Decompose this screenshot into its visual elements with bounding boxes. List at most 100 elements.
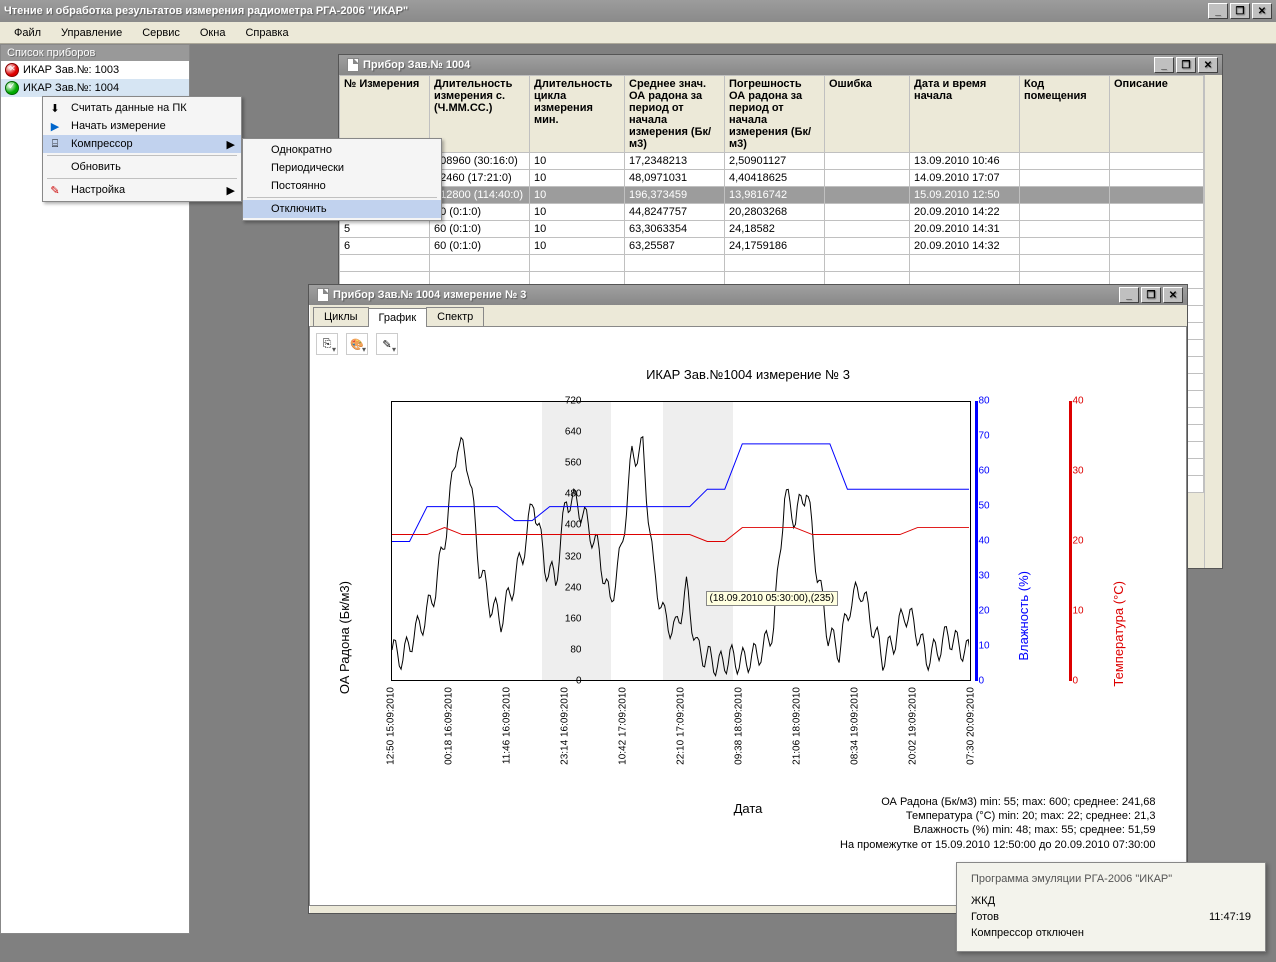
table-header[interactable]: Длительность цикла измерения мин.	[530, 76, 625, 153]
table-cell: 10	[530, 221, 625, 238]
menu-help[interactable]: Справка	[235, 25, 298, 41]
table-header[interactable]: Дата и время начала	[910, 76, 1020, 153]
table-cell: 60 (0:1:0)	[430, 221, 530, 238]
table-cell: 13.09.2010 10:46	[910, 153, 1020, 170]
ctx-periodic[interactable]: Периодически	[243, 159, 441, 177]
maximize-button[interactable]: ❐	[1230, 3, 1250, 19]
y2-tick-label: 40	[979, 536, 990, 547]
y3-tick-label: 0	[1073, 676, 1079, 687]
table-cell	[1020, 170, 1110, 187]
table-row[interactable]: 1108960 (30:16:0)1017,23482132,509011271…	[340, 153, 1204, 170]
device-list-item[interactable]: ИКАР Зав.№: 1003	[1, 61, 189, 79]
table-cell: 60 (0:1:0)	[430, 238, 530, 255]
mdi-area: Список приборов ИКАР Зав.№: 1003 ИКАР За…	[0, 44, 1276, 962]
ctx-compressor[interactable]: ⌸Компрессор▶	[43, 135, 241, 153]
tab-graph[interactable]: График	[368, 308, 428, 327]
plot-area[interactable]	[391, 401, 971, 681]
table-row[interactable]	[340, 255, 1204, 272]
close-button[interactable]: ✕	[1252, 3, 1272, 19]
chart-window-titlebar[interactable]: Прибор Зав.№ 1004 измерение № 3 _ ❐ ✕	[309, 285, 1187, 305]
table-row[interactable]: 262460 (17:21:0)1048,09710314,4041862514…	[340, 170, 1204, 187]
device-list-item[interactable]: ИКАР Зав.№: 1004	[1, 79, 189, 97]
ctx-disable[interactable]: Отключить	[243, 200, 441, 218]
x-tick-label: 09:38 18:09:2010	[733, 687, 744, 765]
tb-palette-button[interactable]: 🎨	[346, 333, 368, 355]
minimize-button[interactable]: _	[1119, 287, 1139, 303]
compressor-submenu: Однократно Периодически Постоянно Отключ…	[242, 138, 442, 221]
scrollbar[interactable]	[1204, 75, 1222, 568]
y2-tick-label: 80	[979, 396, 990, 407]
chart-window: Прибор Зав.№ 1004 измерение № 3 _ ❐ ✕ Ци…	[308, 284, 1188, 914]
x-tick-label: 07:30 20:09:2010	[965, 687, 976, 765]
table-header[interactable]: Описание	[1110, 76, 1204, 153]
download-icon: ⬇	[47, 102, 63, 115]
table-row[interactable]: 3412800 (114:40:0)10196,37345913,9816742…	[340, 187, 1204, 204]
close-button[interactable]: ✕	[1198, 57, 1218, 73]
table-row[interactable]: 660 (0:1:0)1063,2558724,175918620.09.201…	[340, 238, 1204, 255]
y3-tick-label: 10	[1073, 606, 1084, 617]
table-row[interactable]: 560 (0:1:0)1063,306335424,1858220.09.201…	[340, 221, 1204, 238]
x-tick-label: 11:46 16:09:2010	[501, 687, 512, 764]
table-cell	[1110, 204, 1204, 221]
submenu-arrow-icon: ▶	[227, 184, 235, 197]
y-tick-label: 480	[565, 489, 582, 500]
device-label: ИКАР Зав.№: 1004	[23, 82, 119, 94]
tab-spectrum[interactable]: Спектр	[426, 307, 484, 326]
table-cell: 24,1759186	[725, 238, 825, 255]
ctx-refresh[interactable]: Обновить	[43, 158, 241, 176]
app-titlebar[interactable]: Чтение и обработка результатов измерения…	[0, 0, 1276, 22]
tb-tools-button[interactable]: ✎	[376, 333, 398, 355]
table-header[interactable]: Погрешность ОА радона за период от начал…	[725, 76, 825, 153]
tb-config-button[interactable]: ⎘	[316, 333, 338, 355]
ctx-start-measure[interactable]: ▶Начать измерение	[43, 117, 241, 135]
y-tick-label: 0	[576, 676, 582, 687]
maximize-button[interactable]: ❐	[1176, 57, 1196, 73]
minimize-button[interactable]: _	[1208, 3, 1228, 19]
y-tick-label: 640	[565, 427, 582, 438]
y2-tick-label: 70	[979, 431, 990, 442]
table-row[interactable]: 460 (0:1:0)1044,824775720,280326820.09.2…	[340, 204, 1204, 221]
table-cell	[1020, 153, 1110, 170]
menu-file[interactable]: Файл	[4, 25, 51, 41]
table-cell: 62460 (17:21:0)	[430, 170, 530, 187]
table-header[interactable]: Код помещения	[1020, 76, 1110, 153]
table-window-titlebar[interactable]: Прибор Зав.№ 1004 _ ❐ ✕	[339, 55, 1222, 75]
ctx-constant[interactable]: Постоянно	[243, 177, 441, 195]
compressor-icon: ⌸	[47, 138, 63, 151]
table-cell	[1020, 238, 1110, 255]
table-header[interactable]: Длительность измерения с. (Ч.ММ.СС.)	[430, 76, 530, 153]
table-cell: 13,9816742	[725, 187, 825, 204]
table-cell: 63,3063354	[625, 221, 725, 238]
chart-window-title: Прибор Зав.№ 1004 измерение № 3	[333, 289, 526, 301]
table-header[interactable]: Среднее знач. ОА радона за период от нач…	[625, 76, 725, 153]
device-context-menu: ⬇Считать данные на ПК ▶Начать измерение …	[42, 96, 242, 202]
table-cell	[825, 204, 910, 221]
table-cell: 60 (0:1:0)	[430, 204, 530, 221]
table-cell: 2,50901127	[725, 153, 825, 170]
chart-tab-body: ⎘ 🎨 ✎ ИКАР Зав.№1004 измерение № 3 ОА Ра…	[309, 326, 1187, 906]
chart-svg	[392, 402, 970, 681]
table-cell: 5	[340, 221, 430, 238]
table-cell: 17,2348213	[625, 153, 725, 170]
table-cell	[1020, 221, 1110, 238]
ctx-once[interactable]: Однократно	[243, 141, 441, 159]
menu-windows[interactable]: Окна	[190, 25, 236, 41]
ctx-settings[interactable]: ✎Настройка▶	[43, 181, 241, 199]
y-right2-axis-icon	[1069, 401, 1072, 681]
table-header[interactable]: Ошибка	[825, 76, 910, 153]
table-cell	[1020, 187, 1110, 204]
play-icon: ▶	[47, 120, 63, 133]
menu-service[interactable]: Сервис	[132, 25, 190, 41]
minimize-button[interactable]: _	[1154, 57, 1174, 73]
tab-cycles[interactable]: Циклы	[313, 307, 369, 326]
maximize-button[interactable]: ❐	[1141, 287, 1161, 303]
close-button[interactable]: ✕	[1163, 287, 1183, 303]
ctx-read-data[interactable]: ⬇Считать данные на ПК	[43, 99, 241, 117]
y2-tick-label: 0	[979, 676, 985, 687]
menu-control[interactable]: Управление	[51, 25, 132, 41]
table-cell: 6	[340, 238, 430, 255]
app-title: Чтение и обработка результатов измерения…	[4, 5, 1208, 17]
table-cell: 20.09.2010 14:22	[910, 204, 1020, 221]
status-balloon[interactable]: Программа эмуляции РГА-2006 "ИКАР" ЖКД Г…	[956, 862, 1266, 952]
separator	[47, 178, 237, 179]
